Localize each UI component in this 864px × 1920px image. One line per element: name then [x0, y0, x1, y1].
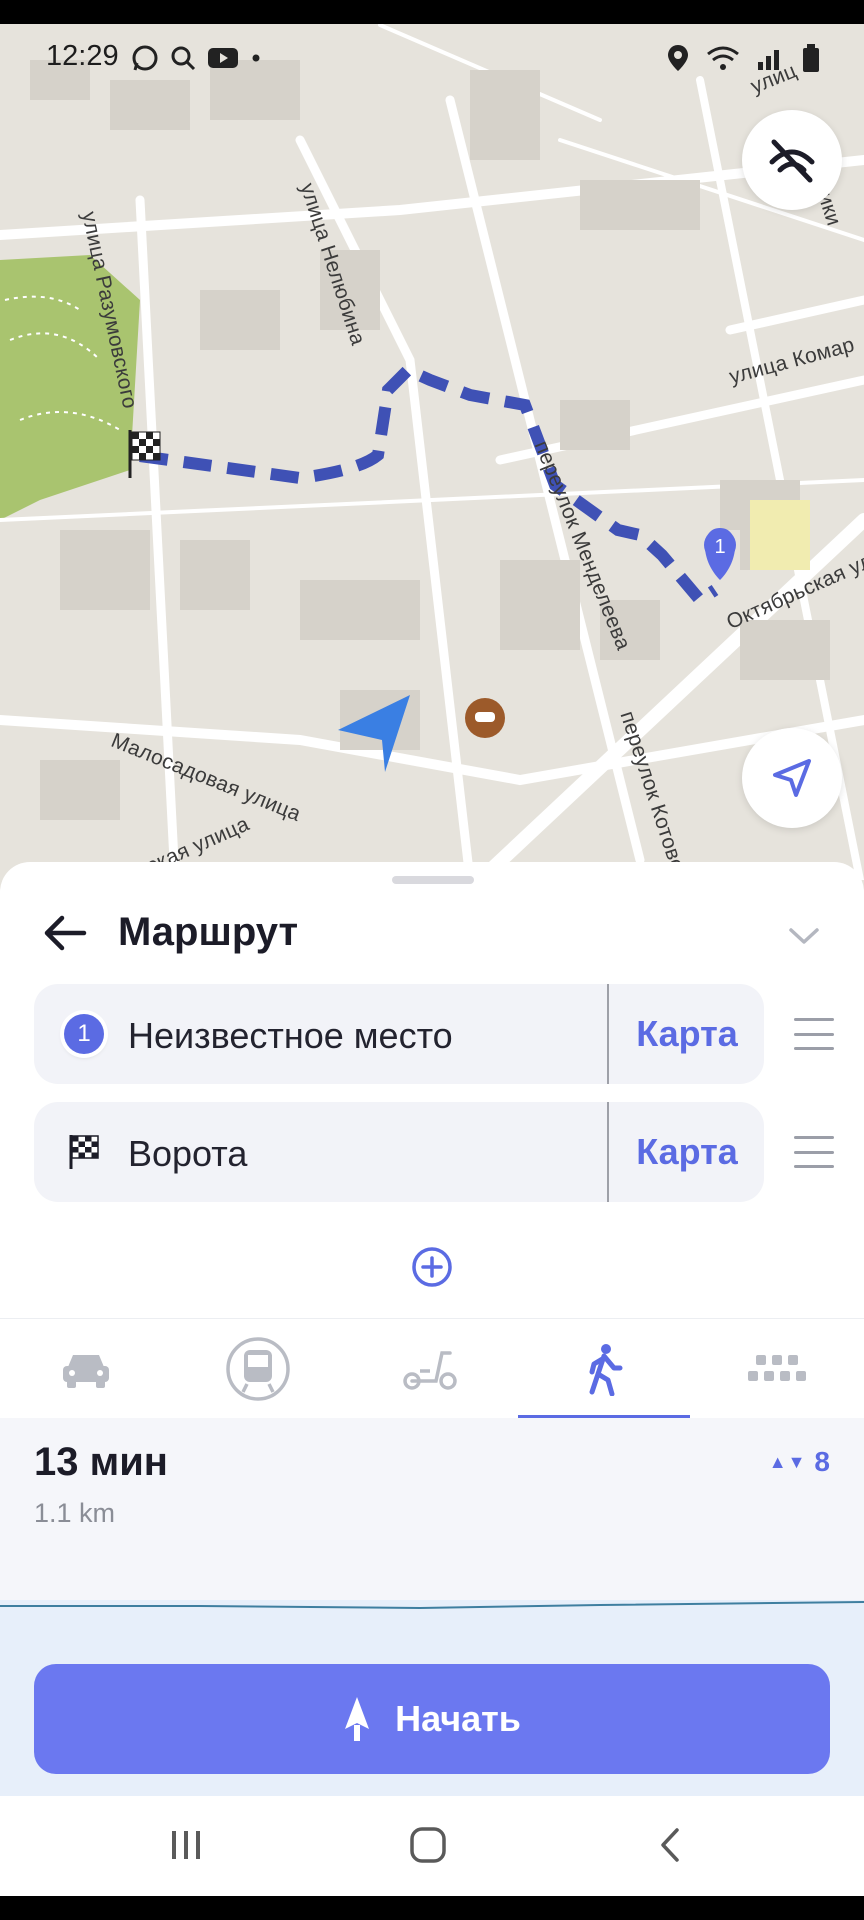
my-location-button[interactable]	[742, 728, 842, 828]
start-navigation-button[interactable]: Начать	[34, 1664, 830, 1774]
bottom-edge	[0, 1896, 864, 1920]
youtube-icon	[207, 48, 238, 68]
system-nav-bar	[0, 1796, 864, 1896]
route-point-finish[interactable]: Ворота Карта	[34, 1102, 764, 1202]
recent-apps-button[interactable]	[156, 1820, 216, 1870]
location-icon	[668, 45, 688, 71]
reorder-handle-icon[interactable]	[794, 1018, 834, 1050]
elevation-value: 8	[814, 1446, 830, 1477]
back-chevron-icon	[661, 1828, 679, 1862]
route-distance: 1.1 km	[34, 1498, 116, 1528]
back-button[interactable]	[40, 908, 90, 958]
traffic-toggle-button[interactable]	[742, 110, 842, 210]
chevron-down-icon	[789, 928, 819, 944]
scooter-icon	[403, 1351, 457, 1390]
traffic-off-icon	[769, 139, 815, 183]
walk-icon	[589, 1344, 623, 1396]
wifi-icon	[707, 46, 739, 70]
start-walk-icon	[345, 1697, 370, 1741]
divider	[607, 1102, 609, 1202]
screen: 1 улица Разумовского улица Нелюбина улиц…	[0, 0, 864, 1920]
tab-walk[interactable]	[518, 1319, 690, 1419]
sheet-header: Маршрут	[0, 900, 864, 970]
start-pin-label: 1	[714, 536, 725, 558]
tab-car[interactable]	[0, 1319, 172, 1419]
finish-flag-icon	[69, 1135, 99, 1169]
elevation-profile-line	[0, 1601, 864, 1610]
whatsapp-icon	[132, 45, 158, 71]
taxi-icon	[748, 1355, 806, 1381]
pick-on-map-button[interactable]: Карта	[610, 1102, 764, 1202]
tab-taxi[interactable]	[690, 1319, 862, 1419]
signal-icon	[758, 50, 779, 70]
map-view[interactable]: 1 улица Разумовского улица Нелюбина улиц…	[0, 0, 864, 880]
back-nav-button[interactable]	[640, 1820, 700, 1870]
tab-public-transport[interactable]	[172, 1319, 344, 1419]
battery-icon	[803, 44, 819, 72]
point-badge	[62, 1130, 106, 1174]
start-number-badge: 1	[64, 1014, 104, 1054]
navigation-arrow-icon	[773, 759, 811, 797]
transport-mode-tabs	[0, 1318, 864, 1419]
elevation-gain: ▲▼ 8	[769, 1446, 830, 1478]
point-badge: 1	[62, 1012, 106, 1056]
home-icon	[410, 1827, 446, 1863]
point-label[interactable]: Ворота	[128, 1133, 247, 1175]
route-summary[interactable]: 13 мин 1.1 km ▲▼ 8	[0, 1418, 864, 1608]
pick-on-map-button[interactable]: Карта	[610, 984, 764, 1084]
route-point-start[interactable]: 1 Неизвестное место Карта	[34, 984, 764, 1084]
start-label: Начать	[395, 1698, 521, 1739]
public-transport-icon	[226, 1337, 290, 1401]
home-button[interactable]	[398, 1820, 458, 1870]
car-icon	[63, 1355, 109, 1388]
status-bar: 12:29	[0, 0, 864, 110]
divider	[607, 984, 609, 1084]
sheet-title: Маршрут	[118, 910, 299, 954]
point-label[interactable]: Неизвестное место	[128, 1015, 453, 1057]
search-icon	[171, 46, 195, 71]
reorder-handle-icon[interactable]	[794, 1136, 834, 1168]
route-duration: 13 мин	[34, 1440, 168, 1484]
elevation-arrows-icon: ▲▼	[768, 1451, 807, 1472]
tab-scooter[interactable]	[344, 1319, 516, 1419]
dot-icon	[252, 54, 260, 62]
status-time: 12:29	[46, 40, 119, 72]
sheet-drag-handle[interactable]	[392, 876, 474, 884]
arrow-left-icon	[44, 915, 87, 951]
collapse-button[interactable]	[782, 914, 826, 958]
add-point-icon[interactable]	[411, 1246, 453, 1288]
recent-apps-icon	[172, 1831, 200, 1859]
